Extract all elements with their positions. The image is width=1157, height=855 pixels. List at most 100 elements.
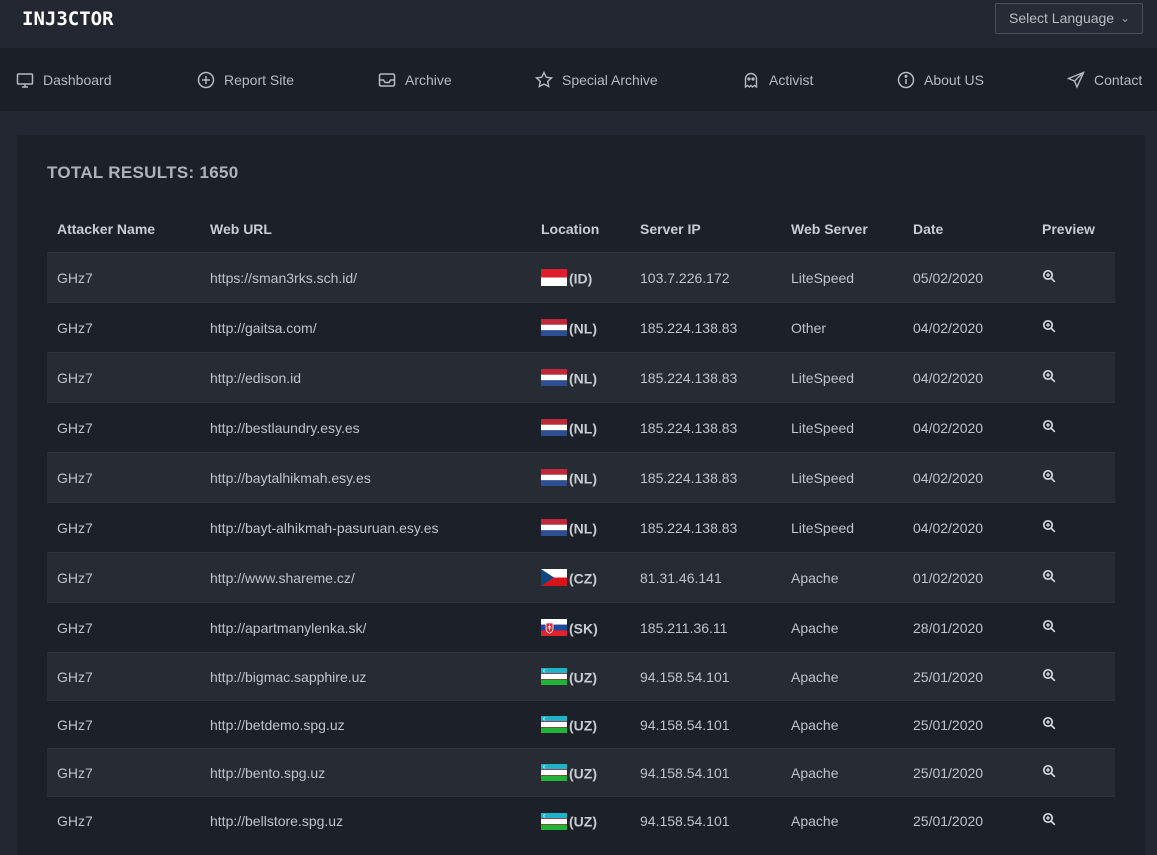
country-flag-icon <box>541 668 567 686</box>
location-cell: (NL) <box>531 453 630 503</box>
country-code: (NL) <box>569 419 597 436</box>
web-url[interactable]: http://baytalhikmah.esy.es <box>200 453 531 503</box>
attacker-name[interactable]: GHz7 <box>47 253 200 303</box>
zoom-in-icon[interactable] <box>1042 668 1056 682</box>
zoom-in-icon[interactable] <box>1042 812 1056 826</box>
attacker-name[interactable]: GHz7 <box>47 797 200 845</box>
server-ip: 185.224.138.83 <box>640 519 738 536</box>
server-ip: 185.224.138.83 <box>640 419 738 436</box>
web-server: LiteSpeed <box>791 519 855 536</box>
zoom-in-icon[interactable] <box>1042 319 1056 333</box>
attacker-name[interactable]: GHz7 <box>47 403 200 453</box>
web-url[interactable]: http://gaitsa.com/ <box>200 303 531 353</box>
attacker-name[interactable]: GHz7 <box>47 353 200 403</box>
zoom-in-icon[interactable] <box>1042 519 1056 533</box>
results-table: Attacker Name Web URL Location Server IP… <box>47 206 1115 845</box>
plus-circle-icon <box>197 71 215 89</box>
country-flag-icon <box>541 812 567 830</box>
web-url[interactable]: https://sman3rks.sch.id/ <box>200 253 531 303</box>
web-server: Apache <box>791 668 839 685</box>
web-url[interactable]: http://bellstore.spg.uz <box>200 797 531 845</box>
zoom-in-icon[interactable] <box>1042 716 1056 730</box>
web-server: LiteSpeed <box>791 369 855 386</box>
info-icon <box>897 71 915 89</box>
attacker-name[interactable]: GHz7 <box>47 303 200 353</box>
web-server: Other <box>791 319 827 336</box>
table-header-row: Attacker Name Web URL Location Server IP… <box>47 206 1115 253</box>
column-header: Preview <box>1042 221 1095 237</box>
country-flag-icon <box>541 419 567 437</box>
date: 04/02/2020 <box>913 419 984 436</box>
zoom-in-icon[interactable] <box>1042 569 1056 583</box>
web-url[interactable]: http://edison.id <box>200 353 531 403</box>
country-code: (NL) <box>569 369 597 386</box>
attacker-name[interactable]: GHz7 <box>47 503 200 553</box>
zoom-in-icon[interactable] <box>1042 764 1056 778</box>
nav-label: About US <box>924 71 984 88</box>
nav-label: Special Archive <box>562 71 658 88</box>
web-url[interactable]: http://apartmanylenka.sk/ <box>200 603 531 653</box>
nav-item-contact[interactable]: Contact <box>1067 48 1142 111</box>
preview-cell <box>1022 453 1115 503</box>
location-cell: (NL) <box>531 303 630 353</box>
web-url[interactable]: http://bayt-alhikmah-pasuruan.esy.es <box>200 503 531 553</box>
zoom-in-icon[interactable] <box>1042 419 1056 433</box>
table-row: GHz7 http://bellstore.spg.uz (UZ) 94.158.54… <box>47 796 1115 845</box>
location-cell: (CZ) <box>531 553 630 603</box>
web-server: Apache <box>791 812 839 829</box>
country-flag-icon <box>541 369 567 387</box>
web-url[interactable]: http://www.shareme.cz/ <box>200 553 531 603</box>
attacker-name[interactable]: GHz7 <box>47 653 200 701</box>
main-nav: Dashboard Report Site Archive Special Ar… <box>0 48 1157 111</box>
zoom-in-icon[interactable] <box>1042 269 1056 283</box>
date: 25/01/2020 <box>913 668 984 685</box>
zoom-in-icon[interactable] <box>1042 619 1056 633</box>
web-url[interactable]: http://bestlaundry.esy.es <box>200 403 531 453</box>
location-cell: (NL) <box>531 503 630 553</box>
date: 25/01/2020 <box>913 764 984 781</box>
table-row: GHz7 http://baytalhikmah.esy.es (NL) 185.22… <box>47 452 1115 503</box>
attacker-name[interactable]: GHz7 <box>47 553 200 603</box>
web-server: Apache <box>791 619 839 636</box>
server-ip: 185.224.138.83 <box>640 319 738 336</box>
web-url[interactable]: http://betdemo.spg.uz <box>200 701 531 749</box>
zoom-in-icon[interactable] <box>1042 369 1056 383</box>
send-icon <box>1067 70 1085 89</box>
site-logo[interactable]: INJ3CTOR <box>22 8 114 30</box>
zoom-in-icon[interactable] <box>1042 469 1056 483</box>
nav-item-report-site[interactable]: Report Site <box>197 48 294 111</box>
date: 25/01/2020 <box>913 716 984 733</box>
language-select[interactable]: Select Language ⌄ <box>995 3 1143 34</box>
nav-item-dashboard[interactable]: Dashboard <box>16 48 112 111</box>
attacker-name[interactable]: GHz7 <box>47 453 200 503</box>
location-cell: (NL) <box>531 403 630 453</box>
nav-item-about-us[interactable]: About US <box>897 48 984 111</box>
country-code: (UZ) <box>569 764 597 781</box>
location-cell: (ID) <box>531 253 630 303</box>
preview-cell <box>1022 403 1115 453</box>
attacker-name[interactable]: GHz7 <box>47 749 200 797</box>
column-header: Server IP <box>640 221 701 237</box>
date: 04/02/2020 <box>913 319 984 336</box>
preview-cell <box>1022 603 1115 653</box>
column-header: Location <box>541 221 600 237</box>
attacker-name[interactable]: GHz7 <box>47 603 200 653</box>
nav-label: Activist <box>769 71 814 88</box>
location-cell: (NL) <box>531 353 630 403</box>
web-server: Apache <box>791 764 839 781</box>
top-bar: INJ3CTOR Select Language ⌄ <box>0 0 1157 48</box>
date: 25/01/2020 <box>913 812 984 829</box>
web-server: Apache <box>791 716 839 733</box>
attacker-name[interactable]: GHz7 <box>47 701 200 749</box>
nav-item-special-archive[interactable]: Special Archive <box>535 48 658 111</box>
chevron-down-icon: ⌄ <box>1119 11 1130 25</box>
country-flag-icon <box>541 469 567 487</box>
country-flag-icon <box>541 319 567 337</box>
country-flag-icon <box>541 764 567 782</box>
inbox-icon <box>378 71 396 89</box>
web-url[interactable]: http://bento.spg.uz <box>200 749 531 797</box>
table-row: GHz7 http://bigmac.sapphire.uz (UZ) 94.158.… <box>47 652 1115 701</box>
nav-item-activist[interactable]: Activist <box>742 48 813 111</box>
web-url[interactable]: http://bigmac.sapphire.uz <box>200 653 531 701</box>
nav-item-archive[interactable]: Archive <box>378 48 452 111</box>
